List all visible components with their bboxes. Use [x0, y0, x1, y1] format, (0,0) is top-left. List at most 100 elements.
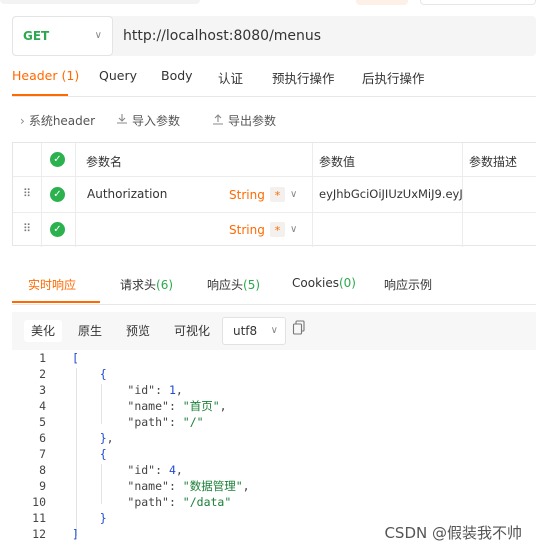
divider — [12, 304, 536, 305]
column-divider — [312, 143, 313, 247]
json-value: 数据管理 — [189, 479, 236, 493]
line-number: 11 — [32, 511, 46, 525]
line-number: 10 — [32, 495, 46, 509]
code-text: "name": "首页", — [127, 399, 227, 413]
json-value: 首页 — [189, 399, 213, 413]
param-type-select[interactable]: String — [229, 188, 265, 202]
tab-realtime-response[interactable]: 实时响应 — [28, 276, 76, 293]
tab-cookies[interactable]: Cookies(0) — [292, 276, 356, 290]
param-value-input[interactable]: eyJhbGciOiJIUzUxMiJ9.eyJ — [319, 187, 463, 201]
import-params-button[interactable]: 导入参数 — [116, 112, 180, 129]
tab-request-headers[interactable]: 请求头(6) — [120, 276, 173, 293]
method-select[interactable]: GET ∨ — [12, 16, 113, 56]
top-send-button[interactable] — [356, 0, 408, 5]
table-row: ⠿ ✓ String * ∨ — [13, 213, 536, 247]
url-input[interactable]: http://localhost:8080/menus — [123, 28, 321, 44]
divider — [12, 96, 536, 97]
line-number: 3 — [39, 383, 46, 397]
tab-response-headers-label: 响应头 — [207, 278, 244, 292]
line-number: 4 — [39, 399, 46, 413]
system-header-button[interactable]: › 系统header — [20, 112, 95, 129]
line-number: 12 — [32, 527, 46, 541]
json-value: 4 — [168, 463, 176, 477]
param-type-select[interactable]: String — [229, 223, 265, 237]
view-visualize-button[interactable]: 可视化 — [167, 320, 217, 342]
code-text: "path": "/data" — [127, 495, 232, 509]
tab-body[interactable]: Body — [161, 68, 193, 83]
export-params-button[interactable]: 导出参数 — [212, 112, 276, 129]
view-raw-button[interactable]: 原生 — [71, 320, 109, 342]
active-tab-indicator — [12, 301, 100, 303]
table-row: ⠿ ✓ Authorization String * ∨ eyJhbGciOiJ… — [13, 177, 536, 213]
method-label: GET — [23, 29, 50, 43]
code-line: 6 }, — [0, 430, 536, 446]
line-number: 1 — [39, 351, 46, 365]
col-param-value: 参数值 — [319, 155, 356, 169]
params-table: ✓ 参数名 参数值 参数描述 ⠿ ✓ Authorization String … — [12, 142, 536, 247]
code-text: "name": "数据管理", — [127, 479, 250, 493]
row-checkbox[interactable]: ✓ — [50, 187, 65, 202]
code-line: 7 { — [0, 446, 536, 462]
top-partial-bar — [0, 0, 536, 6]
drag-handle-icon[interactable]: ⠿ — [23, 187, 31, 200]
chevron-right-icon: › — [20, 113, 25, 128]
tab-request-headers-label: 请求头 — [120, 278, 157, 292]
chevron-down-icon: ∨ — [270, 325, 278, 336]
import-params-label: 导入参数 — [132, 114, 181, 128]
chevron-down-icon: ∨ — [290, 224, 298, 235]
json-value: / — [189, 415, 197, 429]
code-text: "id": 4, — [127, 463, 183, 477]
upload-icon — [212, 113, 224, 128]
drag-handle-icon[interactable]: ⠿ — [23, 222, 31, 235]
code-text: "id": 1, — [127, 383, 183, 397]
tab-response-example[interactable]: 响应示例 — [384, 276, 432, 293]
column-divider — [75, 143, 76, 247]
encoding-label: utf8 — [233, 324, 258, 338]
chevron-down-icon: ∨ — [290, 189, 298, 200]
code-text: [ — [72, 351, 79, 365]
code-line: 2 { — [0, 366, 536, 382]
cookies-count: (0) — [338, 276, 356, 290]
top-save-button[interactable] — [420, 0, 536, 5]
code-line: 1[ — [0, 350, 536, 366]
code-text: ] — [72, 527, 79, 541]
line-number: 8 — [39, 463, 46, 477]
select-all-checkbox[interactable]: ✓ — [50, 152, 65, 167]
line-number: 6 — [39, 431, 46, 445]
tab-query[interactable]: Query — [99, 68, 137, 83]
request-headers-count: (6) — [156, 278, 174, 292]
col-param-desc: 参数描述 — [469, 155, 518, 169]
view-pretty-button[interactable]: 美化 — [24, 320, 63, 342]
required-toggle[interactable]: * — [270, 222, 285, 237]
line-number: 9 — [39, 479, 46, 493]
encoding-select[interactable]: utf8 ∨ — [222, 317, 286, 345]
json-value: /data — [189, 495, 225, 509]
code-text: { — [72, 447, 107, 461]
request-tabs: Header (1) Query Body 认证 预执行操作 后执行操作 — [0, 66, 536, 96]
watermark: CSDN @假装我不帅 — [384, 524, 522, 542]
code-line: 4 "name": "首页", — [0, 398, 536, 414]
param-name-input[interactable]: Authorization — [87, 187, 167, 201]
code-text: }, — [72, 431, 114, 445]
response-headers-count: (5) — [243, 278, 261, 292]
export-params-label: 导出参数 — [228, 114, 277, 128]
response-view-toolbar: 美化 原生 预览 可视化 utf8 ∨ — [12, 312, 536, 350]
tab-pre-script[interactable]: 预执行操作 — [272, 68, 335, 87]
json-value: 1 — [168, 383, 176, 397]
tab-auth[interactable]: 认证 — [218, 68, 243, 87]
tab-header[interactable]: Header (1) — [12, 68, 79, 83]
column-divider — [41, 143, 42, 247]
code-line: 8 "id": 4, — [0, 462, 536, 478]
view-preview-button[interactable]: 预览 — [119, 320, 157, 342]
tab-response-headers[interactable]: 响应头(5) — [207, 276, 260, 293]
download-icon — [116, 113, 128, 128]
chevron-down-icon: ∨ — [94, 30, 102, 41]
row-checkbox[interactable]: ✓ — [50, 222, 65, 237]
tab-cookies-label: Cookies — [292, 276, 339, 290]
code-line: 9 "name": "数据管理", — [0, 478, 536, 494]
required-toggle[interactable]: * — [270, 187, 285, 202]
tab-post-script[interactable]: 后执行操作 — [362, 68, 425, 87]
column-divider — [462, 143, 463, 247]
copy-icon[interactable] — [292, 320, 306, 336]
code-text: "path": "/" — [127, 415, 204, 429]
